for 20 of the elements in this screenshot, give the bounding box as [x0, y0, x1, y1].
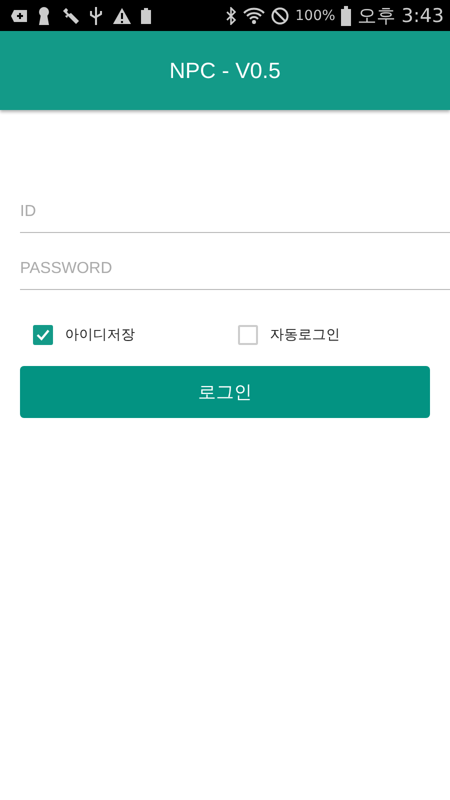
- bluetooth-icon: [225, 6, 238, 24]
- check-icon: [36, 329, 50, 341]
- input-field[interactable]: ID: [20, 192, 450, 233]
- battery-percent: 100%: [295, 8, 336, 24]
- checkbox-label: 아이디저장: [65, 326, 135, 344]
- checkbox[interactable]: [33, 325, 53, 345]
- clock: 오후 3:43: [357, 4, 444, 28]
- battery-icon: [341, 6, 352, 26]
- keyhole-icon: [37, 6, 51, 26]
- wifi-icon: [243, 6, 266, 24]
- blocked-icon: [271, 6, 290, 24]
- plus-icon: [10, 8, 28, 24]
- login-button[interactable]: 로그인: [20, 366, 430, 418]
- input-field[interactable]: PASSWORD: [20, 249, 450, 290]
- warning-icon: [112, 6, 132, 24]
- usb-icon: [89, 6, 103, 26]
- battery-icon: [141, 8, 151, 24]
- app-title: NPC - V0.5: [169, 58, 281, 84]
- checkbox[interactable]: [238, 325, 258, 345]
- checkbox-label: 자동로그인: [270, 326, 340, 344]
